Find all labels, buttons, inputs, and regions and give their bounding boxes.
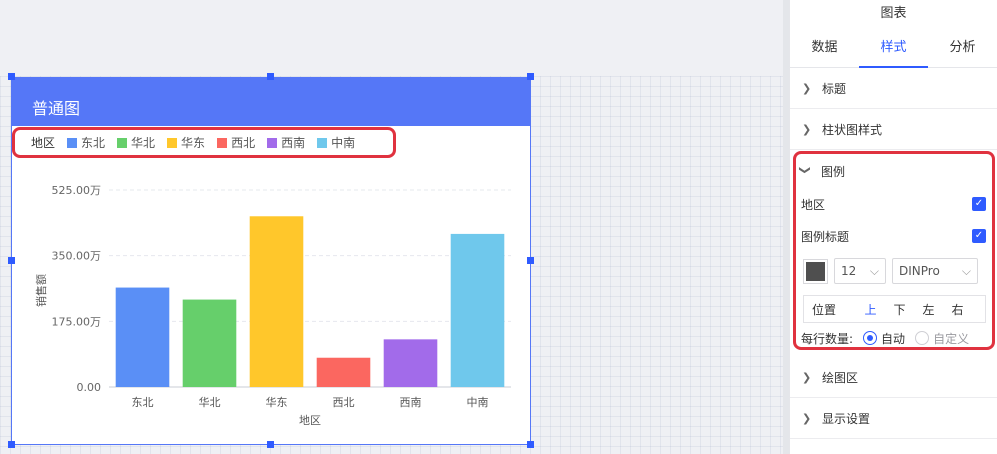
chart-legend: 地区 东北 华北 华东 西北 西南 中南 bbox=[12, 127, 396, 158]
font-size-value: 12 bbox=[841, 264, 857, 278]
bar-chart: 0.00 175.00万 350.00万 525.00万东北 华北 华东 西北 西南 中南地区 销… bbox=[34, 184, 511, 427]
section-display-settings[interactable]: ❯ 显示设置 bbox=[790, 398, 997, 439]
legend-title-row: 图例标题 ✓ bbox=[796, 220, 992, 252]
legend-position-row: 位置 上 下 左 右 bbox=[803, 295, 986, 323]
legend-swatch bbox=[267, 137, 278, 148]
bar bbox=[383, 339, 438, 387]
per-row-count-row: 每行数量: 自动 自定义 bbox=[796, 323, 992, 353]
legend-swatch bbox=[167, 137, 178, 148]
legend-section-header[interactable]: ❯ 图例 bbox=[796, 154, 992, 188]
chevron-down-icon: ⌵ bbox=[869, 263, 879, 278]
y-tick-label: 525.00万 bbox=[52, 184, 102, 197]
position-label: 位置 bbox=[812, 302, 837, 317]
x-tick-label: 华北 bbox=[199, 395, 221, 409]
tab-style[interactable]: 样式 bbox=[859, 30, 928, 68]
legend-item[interactable]: 华东 bbox=[167, 134, 205, 151]
legend-swatch bbox=[117, 137, 128, 148]
bar bbox=[316, 357, 371, 387]
y-tick-label: 175.00万 bbox=[52, 315, 102, 328]
widget-title: 普通图 bbox=[12, 78, 530, 126]
x-tick-label: 中南 bbox=[467, 396, 489, 409]
legend-item[interactable]: 华北 bbox=[117, 134, 155, 151]
resize-handle-tl[interactable] bbox=[8, 73, 15, 80]
legend-label: 华东 bbox=[181, 136, 206, 150]
legend-item[interactable]: 西北 bbox=[217, 134, 255, 151]
section-plot-area[interactable]: ❯ 绘图区 bbox=[790, 357, 997, 398]
resize-handle-tc[interactable] bbox=[267, 73, 274, 80]
bar bbox=[249, 216, 304, 387]
position-right-option[interactable]: 右 bbox=[943, 301, 972, 318]
section-label: 标题 bbox=[822, 81, 847, 96]
legend-show-row: 地区 ✓ bbox=[796, 188, 992, 220]
legend-item[interactable]: 东北 bbox=[67, 134, 105, 151]
count-custom-radio[interactable]: 自定义 bbox=[915, 330, 969, 347]
chevron-down-icon: ❯ bbox=[798, 165, 812, 175]
radio-unchecked-icon bbox=[915, 331, 930, 345]
section-label: 绘图区 bbox=[822, 370, 859, 385]
y-tick-label: 0.00 bbox=[77, 381, 102, 394]
y-axis-title: 销售额 bbox=[34, 274, 48, 307]
radio-label: 自动 bbox=[881, 331, 906, 346]
section-legend: ❯ 图例 地区 ✓ 图例标题 ✓ 12 ⌵ DINPro ⌵ 位置 上 下 左 bbox=[793, 151, 995, 350]
settings-panel: 图表 数据 样式 分析 ❯ 标题 ❯ 柱状图样式 ❯ 图例 地区 ✓ 图例标题 … bbox=[789, 0, 997, 454]
x-tick-label: 东北 bbox=[132, 396, 154, 409]
legend-show-label: 地区 bbox=[801, 197, 826, 212]
font-family-value: DINPro bbox=[899, 264, 940, 278]
legend-show-checkbox[interactable]: ✓ bbox=[972, 197, 986, 211]
x-tick-label: 华东 bbox=[266, 395, 288, 409]
position-top-option[interactable]: 上 bbox=[856, 301, 885, 318]
resize-handle-tr[interactable] bbox=[527, 73, 534, 80]
x-axis-title: 地区 bbox=[299, 414, 321, 427]
font-settings-row: 12 ⌵ DINPro ⌵ bbox=[796, 252, 992, 290]
tab-analysis[interactable]: 分析 bbox=[928, 30, 997, 67]
position-bottom-option[interactable]: 下 bbox=[885, 301, 914, 318]
legend-label: 中南 bbox=[331, 136, 356, 150]
count-auto-radio[interactable]: 自动 bbox=[863, 330, 905, 347]
resize-handle-bl[interactable] bbox=[8, 441, 15, 448]
section-label: 柱状图样式 bbox=[822, 122, 883, 137]
radio-label: 自定义 bbox=[933, 331, 970, 346]
bar bbox=[450, 233, 505, 387]
legend-label: 西北 bbox=[231, 136, 256, 150]
section-bar-style[interactable]: ❯ 柱状图样式 bbox=[790, 109, 997, 150]
section-label: 图例 bbox=[821, 164, 846, 179]
font-family-select[interactable]: DINPro ⌵ bbox=[892, 258, 978, 284]
panel-tabs: 数据 样式 分析 bbox=[790, 30, 997, 68]
legend-label: 西南 bbox=[281, 136, 306, 150]
chevron-right-icon: ❯ bbox=[802, 370, 812, 384]
legend-swatch bbox=[217, 137, 228, 148]
position-left-option[interactable]: 左 bbox=[914, 301, 943, 318]
tab-data[interactable]: 数据 bbox=[790, 30, 859, 67]
bar bbox=[115, 287, 170, 387]
legend-item[interactable]: 西南 bbox=[267, 134, 305, 151]
bottom-sections: ❯ 绘图区 ❯ 显示设置 bbox=[790, 357, 997, 439]
chevron-down-icon: ⌵ bbox=[961, 263, 971, 278]
resize-handle-br[interactable] bbox=[527, 441, 534, 448]
resize-handle-bc[interactable] bbox=[267, 441, 274, 448]
bar bbox=[182, 299, 237, 387]
legend-title: 地区 bbox=[31, 136, 56, 150]
legend-item[interactable]: 中南 bbox=[317, 134, 355, 151]
legend-title-label: 图例标题 bbox=[801, 229, 850, 244]
section-title[interactable]: ❯ 标题 bbox=[790, 68, 997, 109]
legend-swatch bbox=[67, 137, 78, 148]
legend-label: 东北 bbox=[81, 136, 106, 150]
x-tick-label: 西北 bbox=[333, 396, 355, 409]
panel-title: 图表 bbox=[880, 6, 907, 21]
font-color-picker[interactable] bbox=[803, 258, 828, 284]
chevron-right-icon: ❯ bbox=[802, 411, 812, 425]
legend-label: 华北 bbox=[131, 136, 156, 150]
section-label: 显示设置 bbox=[822, 411, 871, 426]
legend-title-checkbox[interactable]: ✓ bbox=[972, 229, 986, 243]
x-tick-label: 西南 bbox=[400, 396, 422, 409]
chevron-right-icon: ❯ bbox=[802, 122, 812, 136]
radio-checked-icon bbox=[863, 331, 878, 345]
font-size-select[interactable]: 12 ⌵ bbox=[834, 258, 886, 284]
color-swatch bbox=[806, 261, 825, 281]
per-row-count-label: 每行数量: bbox=[801, 331, 854, 346]
y-tick-label: 350.00万 bbox=[52, 250, 102, 263]
legend-swatch bbox=[317, 137, 328, 148]
chevron-right-icon: ❯ bbox=[802, 81, 812, 95]
